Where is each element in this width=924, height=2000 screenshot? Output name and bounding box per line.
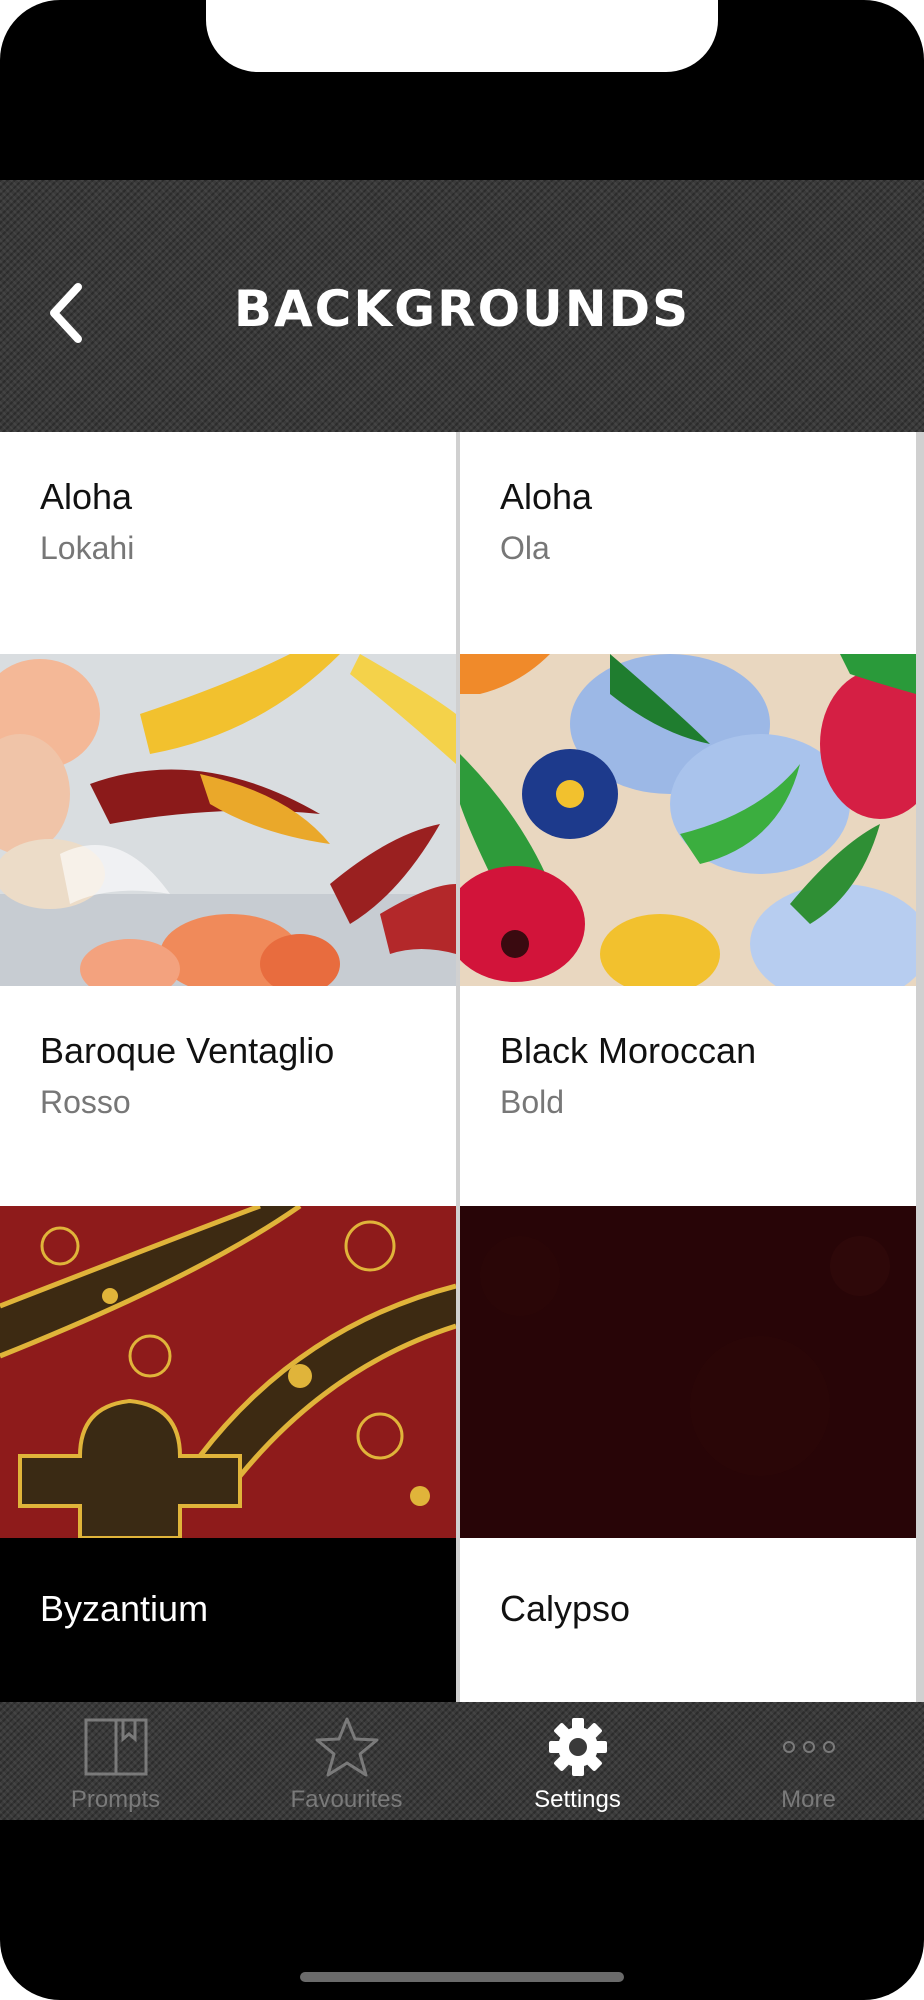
pattern-preview-aloha-ola[interactable]: [460, 654, 916, 986]
dark-texture-image: [460, 1206, 916, 1538]
tile-name: Black Moroccan: [500, 1030, 757, 1071]
tile-name: Calypso: [500, 1588, 631, 1629]
tab-label: Prompts: [70, 1786, 161, 1813]
tile-subtitle: Lokahi: [40, 530, 135, 566]
more-dots-icon: [774, 1714, 844, 1780]
screen-corner: [0, 1880, 120, 2000]
background-tile-aloha-ola[interactable]: Aloha Ola: [460, 432, 916, 654]
status-area: [0, 0, 924, 180]
tab-label: Favourites: [290, 1786, 403, 1813]
screen-corner: [804, 0, 924, 120]
home-indicator[interactable]: [300, 1972, 624, 1982]
tab-favourites[interactable]: Favourites: [231, 1702, 462, 1820]
background-tile-calypso[interactable]: Calypso: [460, 1538, 916, 1702]
app-screen: BACKGROUNDS Aloha Lokahi Aloha Ola Baroq…: [0, 0, 924, 2000]
background-tile-black-moroccan[interactable]: Black Moroccan Bold: [460, 986, 916, 1206]
background-tile-baroque-ventaglio[interactable]: Baroque Ventaglio Rosso: [0, 986, 456, 1206]
floral-pattern-image: [0, 654, 456, 986]
tile-name: Baroque Ventaglio: [40, 1030, 335, 1071]
tile-subtitle: Ola: [500, 530, 550, 566]
device-notch: [206, 0, 718, 72]
star-icon: [312, 1714, 382, 1780]
tab-bar: Prompts Favourites Settings More: [0, 1702, 924, 1820]
pattern-preview-aloha-lokahi[interactable]: [0, 654, 456, 986]
tab-more[interactable]: More: [693, 1702, 924, 1820]
baroque-pattern-image: [0, 1206, 456, 1538]
tile-name: Aloha: [500, 476, 593, 517]
tile-name: Byzantium: [40, 1588, 209, 1629]
background-tile-aloha-lokahi[interactable]: Aloha Lokahi: [0, 432, 456, 654]
background-tile-byzantium[interactable]: Byzantium: [0, 1538, 456, 1702]
navigation-bar: BACKGROUNDS: [0, 180, 924, 432]
tab-label: Settings: [534, 1786, 621, 1813]
screen-corner: [0, 0, 120, 120]
tab-settings[interactable]: Settings: [462, 1702, 693, 1820]
page-title: BACKGROUNDS: [233, 280, 691, 338]
home-indicator-area: [0, 1820, 924, 2000]
tile-subtitle: Bold: [500, 1084, 565, 1120]
screen-corner: [804, 1880, 924, 2000]
floral-pattern-image: [460, 654, 916, 986]
backgrounds-grid: Aloha Lokahi Aloha Ola Baroque Ventaglio…: [0, 432, 924, 1702]
tab-prompts[interactable]: Prompts: [0, 1702, 231, 1820]
pattern-preview-black-moroccan[interactable]: [460, 1206, 916, 1538]
tile-subtitle: Rosso: [40, 1084, 131, 1120]
gear-icon: [543, 1714, 613, 1780]
pattern-preview-baroque-ventaglio[interactable]: [0, 1206, 456, 1538]
tile-name: Aloha: [40, 476, 133, 517]
book-icon: [81, 1714, 151, 1780]
tab-label: More: [781, 1786, 836, 1813]
